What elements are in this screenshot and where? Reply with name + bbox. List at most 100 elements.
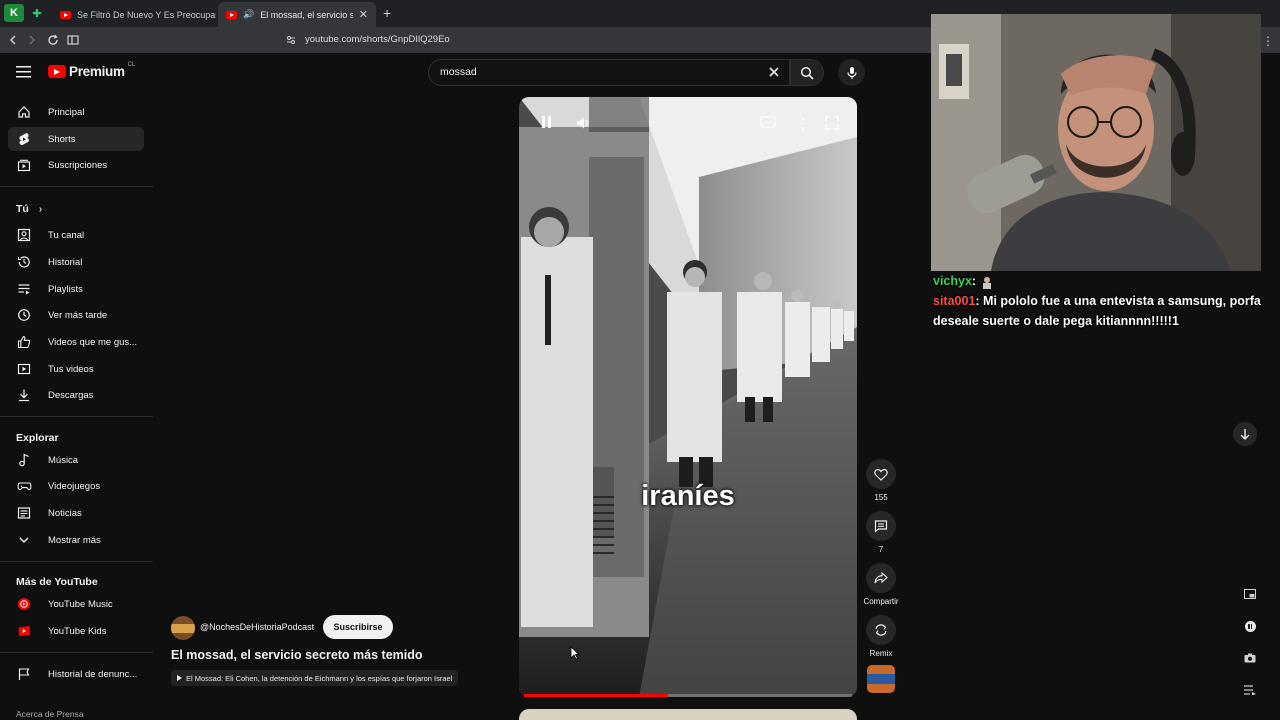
clear-search-icon[interactable]: [768, 66, 780, 78]
browser-tab-2-active[interactable]: 🔊 El mossad, el servicio secreto ✕: [218, 2, 376, 27]
svg-text:CC: CC: [764, 121, 772, 127]
sidebar-divider: [0, 652, 153, 653]
video-progress-fill: [524, 694, 669, 697]
sidebar-item-label: Videojuegos: [48, 480, 101, 492]
microphone-icon: [846, 66, 857, 79]
pause-extension-icon[interactable]: [1241, 617, 1259, 635]
subscribe-button[interactable]: Suscribirse: [323, 615, 393, 639]
channel-avatar[interactable]: [171, 616, 195, 640]
video-progress-track[interactable]: [524, 694, 852, 697]
share-label: Compartir: [863, 597, 899, 606]
playlist-chip[interactable]: El Mossad: Eli Cohen, la detención de Ei…: [171, 670, 459, 686]
next-short-button[interactable]: [1233, 422, 1257, 446]
sidebar-item-tus-videos[interactable]: Tus videos: [8, 357, 144, 381]
youtube-favicon-icon: [60, 10, 71, 19]
sidebar-toggle-icon[interactable]: [65, 32, 81, 48]
watch-later-icon: [16, 307, 32, 323]
sidebar-item-label: Ver más tarde: [48, 309, 108, 321]
close-tab-icon[interactable]: ✕: [359, 8, 368, 21]
fullscreen-icon[interactable]: [825, 116, 839, 130]
miniplayer-icon[interactable]: [1241, 585, 1259, 603]
chat-message-1: vichyx:: [933, 271, 994, 291]
search-button[interactable]: [790, 59, 824, 86]
webcam-image: [931, 14, 1261, 271]
like-button[interactable]: [866, 459, 896, 489]
video-caption: iraníes: [641, 480, 735, 512]
sidebar-item-label: Videos que me gus...: [48, 336, 138, 348]
chat-emote-icon: [980, 275, 994, 289]
sidebar-item-historial-de-denuncias[interactable]: Historial de denunc...: [8, 662, 144, 686]
sidebar-item-label: Mostrar más: [48, 534, 101, 546]
next-short-preview[interactable]: [519, 709, 857, 720]
speaker-icon: 🔊: [243, 9, 255, 19]
queue-list-icon[interactable]: [1241, 681, 1259, 699]
sidebar-item-principal[interactable]: Principal: [8, 100, 144, 124]
pinned-tab-kick[interactable]: K: [4, 4, 24, 22]
search-icon: [800, 66, 814, 80]
remix-button[interactable]: [866, 615, 896, 645]
remix-icon: [875, 624, 887, 636]
sidebar-section-explorar: Explorar: [16, 432, 59, 444]
sidebar-item-playlists[interactable]: Playlists: [8, 277, 144, 301]
sidebar-footer-links[interactable]: Acerca de Prensa: [16, 709, 84, 719]
sidebar-item-label: Suscripciones: [48, 159, 108, 171]
sidebar-item-label: Historial: [48, 256, 83, 268]
sidebar-divider: [0, 561, 153, 562]
shorts-icon: [16, 131, 32, 147]
sidebar-item-noticias[interactable]: Noticias: [8, 501, 144, 525]
comments-button[interactable]: [866, 511, 896, 541]
channel-name[interactable]: @NochesDeHistoriaPodcast: [200, 622, 314, 632]
audio-source-thumbnail[interactable]: [867, 665, 895, 693]
sidebar-item-label: Música: [48, 454, 79, 466]
search-input[interactable]: [428, 59, 790, 86]
pause-icon[interactable]: [539, 116, 553, 130]
sidebar-item-youtube-kids[interactable]: YouTube Kids: [8, 619, 144, 643]
youtube-premium-logo[interactable]: Premium CL: [48, 62, 135, 79]
site-info-icon[interactable]: [286, 35, 296, 45]
flag-icon: [16, 666, 32, 682]
sidebar-item-label: Playlists: [48, 283, 83, 295]
sidebar-item-videojuegos[interactable]: Videojuegos: [8, 474, 144, 498]
sidebar-item-label: YouTube Music: [48, 598, 113, 610]
back-icon[interactable]: [5, 32, 21, 48]
webcam-overlay: [931, 14, 1261, 271]
new-tab-button[interactable]: +: [383, 5, 391, 21]
chat-message-text: Mi pololo fue a una entevista a samsung,…: [933, 294, 1261, 328]
sidebar-item-descargas[interactable]: Descargas: [8, 383, 144, 407]
sidebar-item-tu-canal[interactable]: Tu canal: [8, 223, 144, 247]
arrow-down-icon: [1240, 429, 1250, 440]
share-button[interactable]: [866, 563, 896, 593]
sidebar-item-label: Tu canal: [48, 229, 85, 241]
video-title[interactable]: El mossad, el servicio secreto más temid…: [171, 648, 423, 662]
youtube-favicon-icon: [226, 10, 237, 19]
play-icon: [177, 675, 182, 681]
playlists-icon: [16, 281, 32, 297]
search-input-value: mossad: [440, 66, 477, 78]
browser-menu-icon[interactable]: ⋮: [1262, 34, 1274, 48]
more-options-icon[interactable]: ⋮: [796, 115, 810, 132]
captions-icon[interactable]: CC: [760, 115, 776, 129]
address-url[interactable]: youtube.com/shorts/GnpDIlQ29Eo: [305, 34, 450, 45]
sidebar-section-you[interactable]: Tú ›: [16, 203, 42, 215]
sidebar-item-label: YouTube Kids: [48, 625, 107, 637]
sidebar-item-videos-que-me-gustan[interactable]: Videos que me gus...: [8, 330, 144, 354]
sidebar-item-youtube-music[interactable]: YouTube Music: [8, 592, 144, 616]
voice-search-button[interactable]: [838, 59, 865, 86]
sidebar-item-musica[interactable]: Música: [8, 448, 144, 472]
volume-icon[interactable]: [575, 115, 591, 131]
sidebar-item-label: Noticias: [48, 507, 82, 519]
download-icon: [16, 387, 32, 403]
sidebar-item-ver-mas-tarde[interactable]: Ver más tarde: [8, 303, 144, 327]
short-video-player[interactable]: [519, 97, 857, 697]
screenshot-icon[interactable]: [1241, 649, 1259, 667]
sidebar-item-shorts[interactable]: Shorts: [8, 127, 144, 151]
pinned-tab-extension[interactable]: ✚: [27, 4, 47, 22]
sidebar-item-historial[interactable]: Historial: [8, 250, 144, 274]
hamburger-menu-icon[interactable]: [16, 65, 31, 78]
forward-icon[interactable]: [24, 32, 40, 48]
sidebar-item-label: Descargas: [48, 389, 94, 401]
reload-icon[interactable]: [45, 32, 61, 48]
sidebar-item-suscripciones[interactable]: Suscripciones: [8, 153, 144, 177]
sidebar-item-mostrar-mas[interactable]: Mostrar más: [8, 528, 144, 552]
browser-tab-1[interactable]: Se Filtró De Nuevo Y Es Preocupante: [52, 2, 216, 27]
